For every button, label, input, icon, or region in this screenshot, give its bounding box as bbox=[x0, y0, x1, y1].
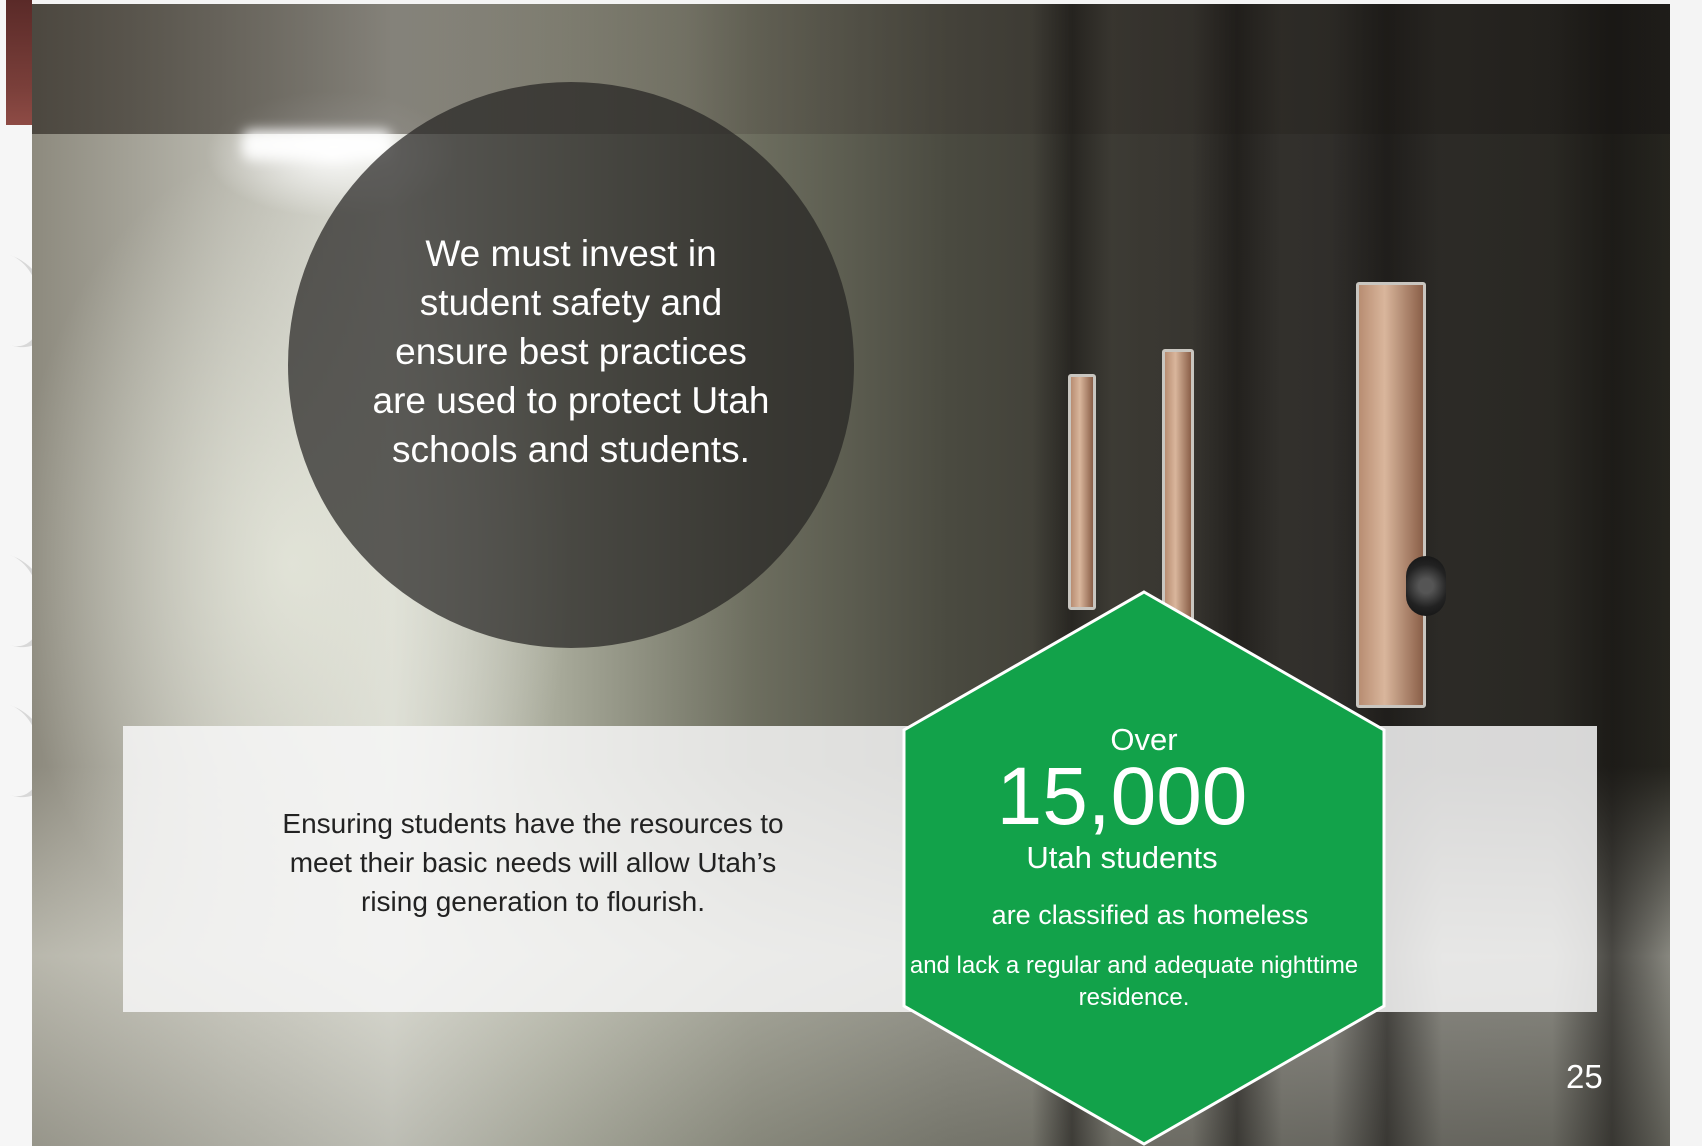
stat-number: 15,000 bbox=[996, 751, 1248, 842]
stat-subject: Utah students bbox=[1026, 840, 1218, 875]
quote-circle: We must invest in student safety and ens… bbox=[288, 82, 854, 648]
statistic-hexagon: Over 15,000 Utah students are classified… bbox=[902, 590, 1386, 1146]
quote-text: We must invest in student safety and ens… bbox=[372, 232, 770, 470]
stat-detail: and lack a regular and adequate nighttim… bbox=[909, 952, 1359, 1011]
page-number: 25 bbox=[1566, 1058, 1603, 1095]
previous-page-photo-sliver bbox=[6, 0, 32, 125]
stat-classified: are classified as homeless bbox=[991, 900, 1309, 930]
previous-page-edge bbox=[0, 0, 50, 1146]
band-text: Ensuring students have the resources to … bbox=[282, 808, 784, 917]
